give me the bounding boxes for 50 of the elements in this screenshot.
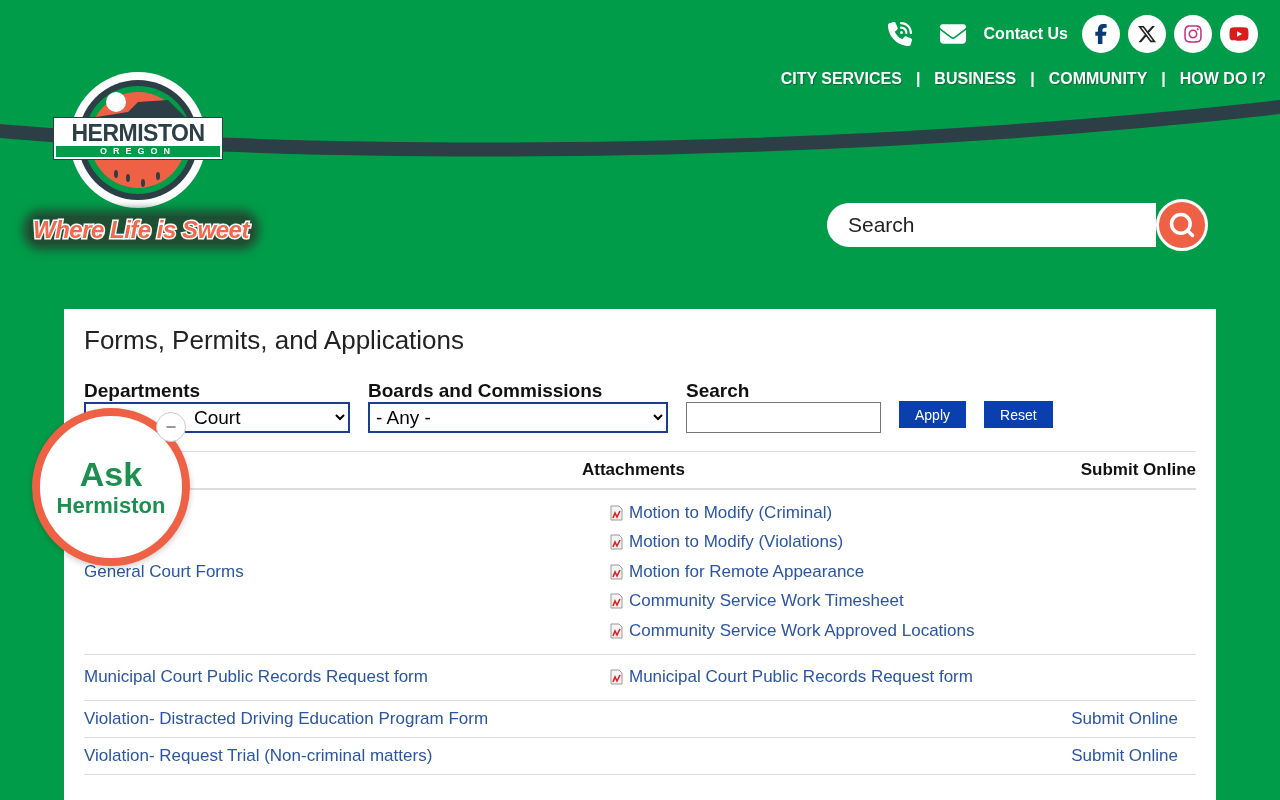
search-field[interactable]: Search bbox=[827, 203, 1156, 247]
form-link[interactable]: Violation- Request Trial (Non-criminal matters) bbox=[84, 746, 433, 766]
search-input[interactable] bbox=[686, 402, 881, 433]
youtube-icon[interactable] bbox=[1220, 15, 1258, 53]
contact-link[interactable]: Contact Us bbox=[983, 25, 1068, 43]
sun-shape bbox=[106, 92, 126, 112]
nav-separator: | bbox=[1161, 70, 1166, 88]
attachment-link[interactable]: Community Service Work Approved Locations bbox=[629, 620, 975, 641]
attachment-link[interactable]: Motion for Remote Appearance bbox=[629, 561, 865, 582]
attachment-link[interactable]: Community Service Work Timesheet bbox=[629, 591, 904, 612]
phone-icon[interactable] bbox=[887, 22, 912, 46]
pdf-icon bbox=[610, 534, 623, 551]
filter-button[interactable]: Reset bbox=[984, 401, 1053, 428]
nav-link[interactable]: HOW DO I? bbox=[1179, 70, 1266, 88]
nav-link[interactable]: BUSINESS bbox=[934, 70, 1017, 88]
pdf-icon bbox=[610, 669, 623, 686]
mail-icon[interactable] bbox=[939, 21, 966, 47]
nav-link[interactable]: COMMUNITY bbox=[1048, 70, 1148, 88]
nav-link[interactable]: CITY SERVICES bbox=[780, 70, 902, 88]
form-link[interactable]: Violation- Distracted Driving Education Program Form bbox=[84, 709, 489, 729]
filter-label: Search bbox=[686, 380, 751, 402]
form-link[interactable]: Municipal Court Public Records Request form bbox=[84, 667, 428, 688]
column-header: Attachments bbox=[582, 452, 1060, 490]
tagline: Where Life is Sweet bbox=[29, 216, 253, 244]
facebook-icon[interactable] bbox=[1082, 15, 1120, 53]
nav-separator: | bbox=[1030, 70, 1035, 88]
instagram-icon[interactable] bbox=[1174, 15, 1212, 53]
filter-label: Departments bbox=[84, 380, 202, 402]
pdf-icon bbox=[610, 504, 623, 521]
boards-select[interactable]: - Any - bbox=[368, 402, 668, 433]
submit-online-link[interactable]: Submit Online bbox=[1071, 746, 1178, 766]
pdf-icon bbox=[610, 593, 623, 610]
page-title: Forms, Permits, and Applications bbox=[84, 325, 466, 356]
nav-separator: | bbox=[915, 70, 921, 88]
attachment-link[interactable]: Motion to Modify (Criminal) bbox=[629, 502, 833, 523]
attachment-link[interactable]: Municipal Court Public Records Request form bbox=[629, 667, 973, 688]
column-header: Submit Online bbox=[1060, 452, 1196, 490]
logo-name: HERMISTON bbox=[71, 120, 205, 146]
submit-online-link[interactable]: Submit Online bbox=[1071, 709, 1178, 729]
ask-title: Ask bbox=[79, 455, 143, 493]
x-icon[interactable] bbox=[1128, 15, 1166, 53]
search-icon bbox=[1168, 211, 1196, 239]
pdf-icon bbox=[610, 622, 623, 639]
filter-label: Boards and Commissions bbox=[368, 380, 604, 402]
pdf-icon bbox=[610, 563, 623, 580]
filter-button[interactable]: Apply bbox=[899, 401, 967, 428]
logo-state: OREGON bbox=[56, 146, 220, 157]
attachment-link[interactable]: Motion to Modify (Violations) bbox=[629, 532, 844, 553]
search-button[interactable] bbox=[1156, 199, 1208, 251]
ask-subtitle: Hermiston bbox=[56, 493, 166, 519]
